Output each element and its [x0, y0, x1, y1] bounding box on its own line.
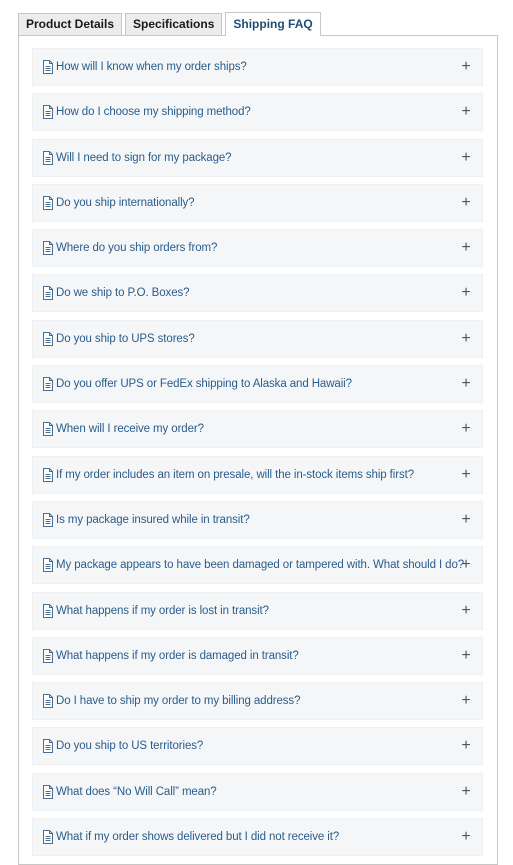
plus-icon[interactable]: + [460, 330, 472, 348]
faq-item-6[interactable]: Do we ship to P.O. Boxes? + [32, 274, 483, 313]
faq-item-2[interactable]: How do I choose my shipping method? + [32, 93, 483, 132]
faq-question: Will I need to sign for my package? [56, 151, 232, 164]
plus-icon[interactable]: + [460, 647, 472, 665]
faq-item-5[interactable]: Where do you ship orders from? + [32, 229, 483, 268]
document-icon [42, 150, 54, 165]
faq-item-8[interactable]: Do you offer UPS or FedEx shipping to Al… [32, 365, 483, 404]
faq-item-9[interactable]: When will I receive my order? + [32, 410, 483, 449]
faq-question: Where do you ship orders from? [56, 242, 218, 255]
plus-icon[interactable]: + [460, 58, 472, 76]
document-icon [42, 195, 54, 210]
faq-item-3[interactable]: Will I need to sign for my package? + [32, 138, 483, 177]
faq-question: Do you ship internationally? [56, 196, 195, 209]
tab-product-details[interactable]: Product Details [18, 13, 123, 35]
document-icon [42, 422, 54, 437]
tab-bar: Product Details Specifications Shipping … [18, 12, 324, 36]
plus-icon[interactable]: + [460, 783, 472, 801]
faq-question: Do you ship to US territories? [56, 740, 204, 753]
document-icon [42, 512, 54, 527]
plus-icon[interactable]: + [460, 737, 472, 755]
faq-question: If my order includes an item on presale,… [56, 468, 414, 481]
shipping-faq-panel: How will I know when my order ships? + H… [18, 35, 498, 865]
faq-item-10[interactable]: If my order includes an item on presale,… [32, 455, 483, 494]
faq-item-18[interactable]: What if my order shows delivered but I d… [32, 818, 483, 857]
faq-item-13[interactable]: What happens if my order is lost in tran… [32, 591, 483, 630]
document-icon [42, 241, 54, 256]
plus-icon[interactable]: + [460, 420, 472, 438]
faq-item-15[interactable]: Do I have to ship my order to my billing… [32, 682, 483, 721]
faq-item-12[interactable]: My package appears to have been damaged … [32, 546, 483, 585]
plus-icon[interactable]: + [460, 284, 472, 302]
faq-question: What happens if my order is lost in tran… [56, 604, 269, 617]
faq-question: How do I choose my shipping method? [56, 106, 251, 119]
document-icon [42, 784, 54, 799]
document-icon [42, 558, 54, 573]
faq-question: Do we ship to P.O. Boxes? [56, 287, 190, 300]
plus-icon[interactable]: + [460, 556, 472, 574]
plus-icon[interactable]: + [460, 103, 472, 121]
faq-question: How will I know when my order ships? [56, 61, 247, 73]
plus-icon[interactable]: + [460, 194, 472, 212]
plus-icon[interactable]: + [460, 828, 472, 846]
faq-item-17[interactable]: What does “No Will Call” mean? + [32, 772, 483, 811]
plus-icon[interactable]: + [460, 149, 472, 167]
tab-specifications[interactable]: Specifications [125, 13, 223, 35]
faq-question: Do you ship to UPS stores? [56, 332, 195, 345]
faq-item-1[interactable]: How will I know when my order ships? + [32, 48, 483, 86]
faq-question: Do I have to ship my order to my billing… [56, 695, 301, 708]
document-icon [42, 603, 54, 618]
faq-question: What does “No Will Call” mean? [56, 785, 217, 798]
document-icon [42, 830, 54, 845]
faq-item-16[interactable]: Do you ship to US territories? + [32, 727, 483, 766]
faq-item-11[interactable]: Is my package insured while in transit? … [32, 500, 483, 539]
document-icon [42, 60, 54, 74]
faq-item-14[interactable]: What happens if my order is damaged in t… [32, 636, 483, 675]
faq-question: What if my order shows delivered but I d… [56, 831, 340, 844]
plus-icon[interactable]: + [460, 692, 472, 710]
plus-icon[interactable]: + [460, 602, 472, 620]
plus-icon[interactable]: + [460, 511, 472, 529]
document-icon [42, 105, 54, 120]
plus-icon[interactable]: + [460, 375, 472, 393]
document-icon [42, 377, 54, 392]
plus-icon[interactable]: + [460, 239, 472, 257]
document-icon [42, 467, 54, 482]
faq-question: What happens if my order is damaged in t… [56, 649, 299, 662]
faq-question: Is my package insured while in transit? [56, 513, 250, 526]
document-icon [42, 739, 54, 754]
faq-question: When will I receive my order? [56, 423, 204, 436]
faq-question: Do you offer UPS or FedEx shipping to Al… [56, 378, 352, 391]
document-icon [42, 648, 54, 663]
document-icon [42, 286, 54, 301]
faq-item-7[interactable]: Do you ship to UPS stores? + [32, 319, 483, 358]
faq-list: How will I know when my order ships? + H… [32, 48, 483, 863]
faq-question: My package appears to have been damaged … [56, 559, 465, 572]
faq-item-4[interactable]: Do you ship internationally? + [32, 183, 483, 222]
plus-icon[interactable]: + [460, 466, 472, 484]
document-icon [42, 694, 54, 709]
tab-shipping-faq[interactable]: Shipping FAQ [225, 12, 321, 36]
document-icon [42, 331, 54, 346]
